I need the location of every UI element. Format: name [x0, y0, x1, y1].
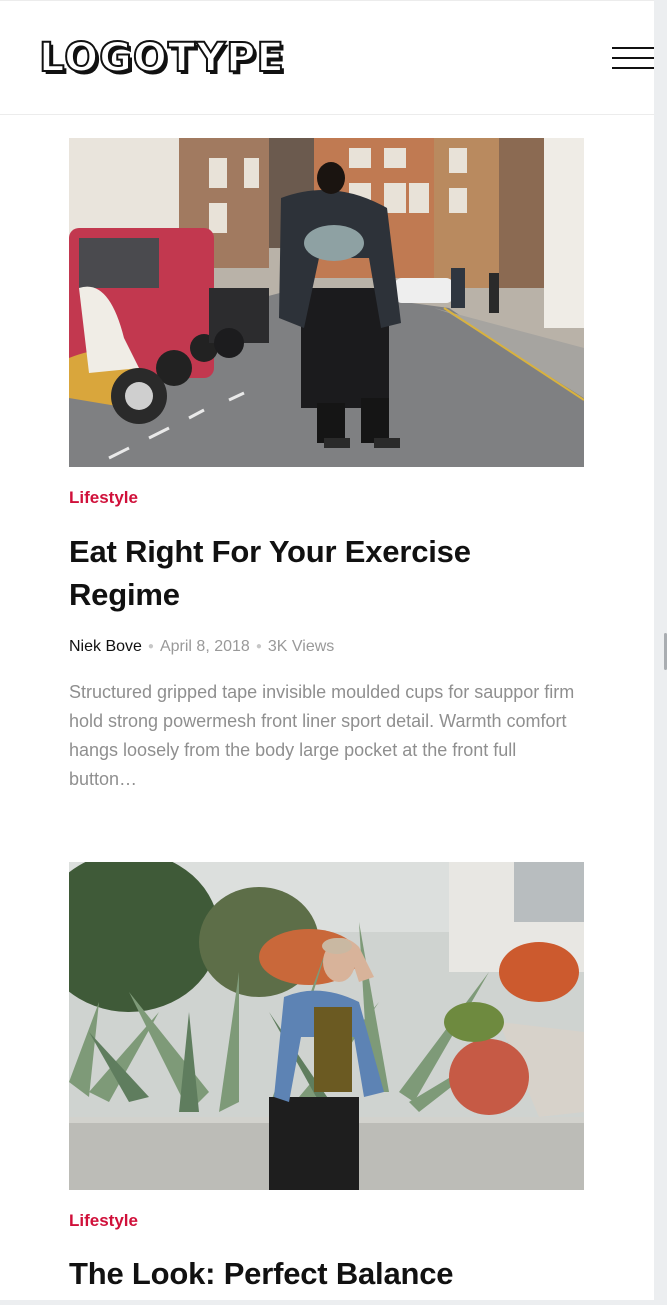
- post-title[interactable]: The Look: Perfect Balance: [69, 1252, 584, 1295]
- hamburger-menu-icon[interactable]: [612, 44, 654, 72]
- post-category-link[interactable]: Lifestyle: [69, 488, 138, 508]
- logo[interactable]: LOGOTYPE: [38, 34, 285, 82]
- separator-dot-icon: ●: [147, 641, 154, 652]
- menu-line: [612, 47, 654, 49]
- page: LOGOTYPE Lifestyle Eat Right For Your Ex…: [0, 0, 654, 1300]
- post-author[interactable]: Niek Bove: [69, 638, 142, 655]
- post-image-street[interactable]: [69, 138, 584, 467]
- post-image-garden[interactable]: [69, 862, 584, 1190]
- menu-line: [612, 57, 654, 59]
- separator-dot-icon: ●: [255, 641, 262, 652]
- post-card: Lifestyle The Look: Perfect Balance: [69, 862, 584, 1291]
- post-category-link[interactable]: Lifestyle: [69, 1211, 138, 1231]
- post-card: Lifestyle Eat Right For Your Exercise Re…: [69, 138, 584, 789]
- menu-line: [612, 67, 654, 69]
- post-excerpt: Structured gripped tape invisible moulde…: [69, 682, 575, 789]
- viewport-bottom-edge: [0, 1300, 654, 1305]
- site-header: LOGOTYPE: [0, 0, 654, 115]
- post-meta: Niek Bove ● April 8, 2018 ● 3K Views: [69, 637, 334, 659]
- garden-photo: [69, 862, 584, 1190]
- post-title[interactable]: Eat Right For Your Exercise Regime: [69, 530, 584, 616]
- street-photo: [69, 138, 584, 467]
- post-date: April 8, 2018: [159, 638, 250, 655]
- post-views: 3K Views: [267, 638, 335, 655]
